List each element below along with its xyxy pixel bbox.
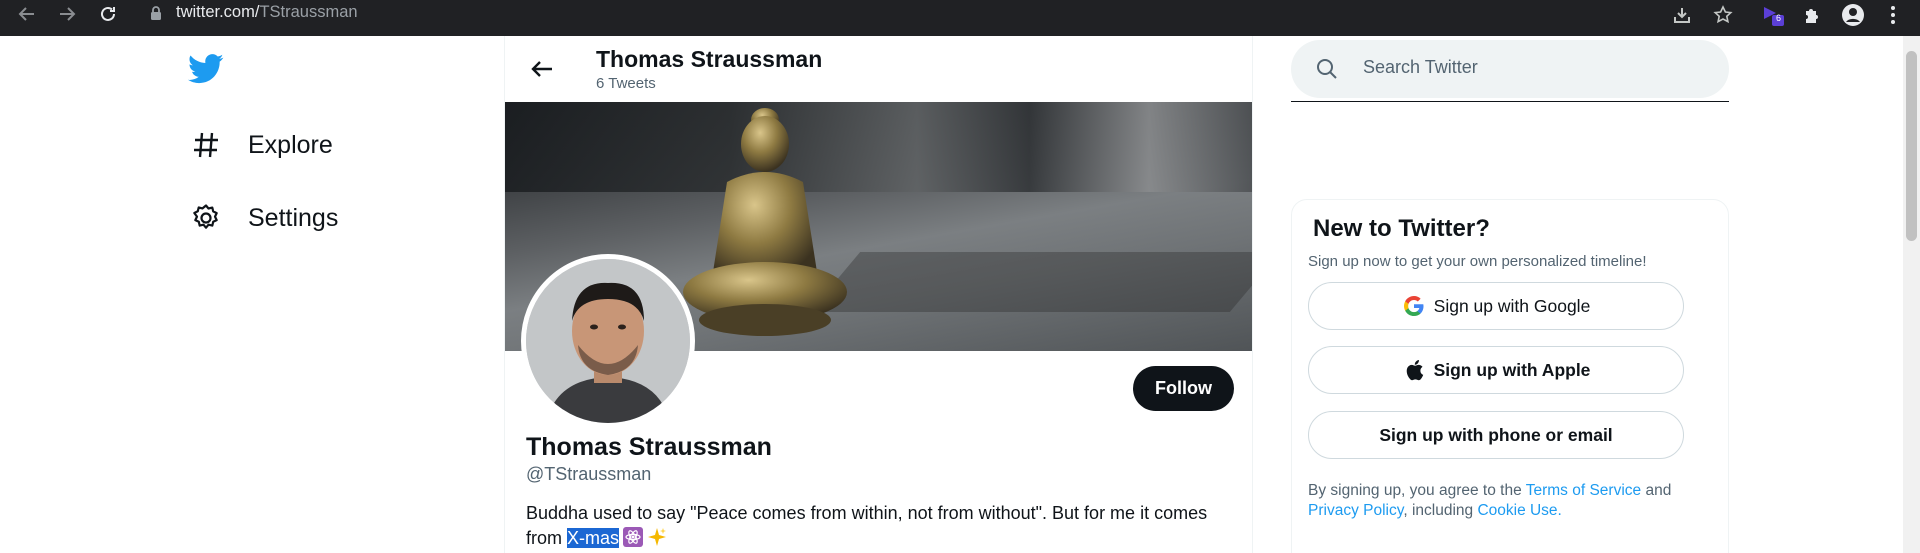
nav-item-label: Settings xyxy=(248,203,339,232)
browser-back-icon[interactable] xyxy=(12,0,42,28)
search-box[interactable]: Search Twitter xyxy=(1291,40,1729,98)
extension-badge-count: 6 xyxy=(1776,13,1782,23)
nav-item-label: Explore xyxy=(248,130,333,159)
avatar-photo xyxy=(526,259,690,423)
signup-title: New to Twitter? xyxy=(1313,215,1490,242)
signup-google-label: Sign up with Google xyxy=(1433,295,1591,316)
legal-prefix: By signing up, you agree to the xyxy=(1308,482,1526,499)
google-icon xyxy=(1402,294,1426,318)
terms-link[interactable]: Terms of Service xyxy=(1526,482,1641,499)
signup-phone-email-button[interactable]: Sign up with phone or email xyxy=(1308,411,1684,459)
puzzle-icon[interactable] xyxy=(1799,3,1825,27)
menu-dots-icon[interactable] xyxy=(1880,3,1906,27)
header-tweet-count: 6 Tweets xyxy=(596,75,656,92)
signup-apple-button[interactable]: Sign up with Apple xyxy=(1308,346,1684,394)
signup-legal-text: By signing up, you agree to the Terms of… xyxy=(1308,481,1708,521)
nav-item-settings[interactable]: Settings xyxy=(190,193,338,243)
scrollbar-thumb[interactable] xyxy=(1906,51,1917,241)
profile-icon[interactable] xyxy=(1840,3,1866,27)
profile-handle: @TStraussman xyxy=(526,464,652,484)
search-underline xyxy=(1291,101,1729,102)
url-host: twitter.com/ xyxy=(176,3,260,21)
atom-emoji-icon xyxy=(623,527,644,547)
apple-icon xyxy=(1402,358,1426,382)
signup-apple-label: Sign up with Apple xyxy=(1433,359,1591,380)
hashtag-icon xyxy=(190,129,222,161)
bookmark-star-icon[interactable] xyxy=(1710,3,1736,27)
url-path: TStraussman xyxy=(259,3,358,21)
download-icon[interactable] xyxy=(1669,3,1695,27)
signup-card: New to Twitter? Sign up now to get your … xyxy=(1291,199,1729,553)
browser-toolbar: twitter.com/TStraussman 6 xyxy=(0,0,1920,36)
legal-and: and xyxy=(1641,482,1672,499)
address-bar[interactable]: twitter.com/TStraussman xyxy=(176,3,358,22)
follow-button[interactable]: Follow xyxy=(1133,366,1234,411)
signup-subtitle: Sign up now to get your own personalized… xyxy=(1308,253,1647,270)
nav-item-explore[interactable]: Explore xyxy=(190,120,333,170)
twitter-logo-icon[interactable] xyxy=(188,54,228,88)
profile-column: Thomas Straussman 6 Tweets Follow Thomas… xyxy=(504,36,1253,553)
browser-reload-icon[interactable] xyxy=(93,0,123,28)
header-profile-name: Thomas Straussman xyxy=(596,46,823,72)
bio-selected-text: X-mas xyxy=(567,528,620,548)
page-scrollbar[interactable] xyxy=(1903,36,1920,553)
privacy-link[interactable]: Privacy Policy xyxy=(1308,502,1403,519)
twitter-page: Explore Settings Thomas Straussman 6 Twe… xyxy=(0,36,1920,553)
profile-header-bar: Thomas Straussman 6 Tweets xyxy=(505,36,1252,102)
profile-bio: Buddha used to say "Peace comes from wit… xyxy=(526,501,1226,551)
sparkles-emoji-icon xyxy=(647,527,667,547)
profile-name: Thomas Straussman xyxy=(526,433,772,461)
legal-including: , including xyxy=(1403,502,1478,519)
back-arrow-icon[interactable] xyxy=(525,52,559,86)
profile-avatar[interactable] xyxy=(521,254,695,428)
search-input[interactable]: Search Twitter xyxy=(1363,57,1478,78)
gear-icon xyxy=(190,202,222,234)
search-icon xyxy=(1315,57,1339,86)
signup-google-button[interactable]: Sign up with Google xyxy=(1308,282,1684,330)
signup-phone-label: Sign up with phone or email xyxy=(1379,424,1613,445)
lock-icon[interactable] xyxy=(150,5,162,26)
browser-forward-icon[interactable] xyxy=(52,0,82,28)
cookie-link[interactable]: Cookie Use. xyxy=(1477,502,1561,519)
extension-badge-icon[interactable]: 6 xyxy=(1760,3,1786,27)
